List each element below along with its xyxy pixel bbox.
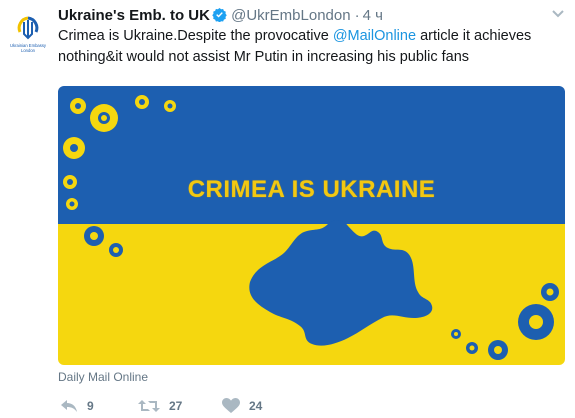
reply-button[interactable]: 9 xyxy=(60,396,94,416)
avatar-label-line2: London xyxy=(21,48,36,53)
author-name[interactable]: Ukraine's Emb. to UK xyxy=(58,7,210,24)
tweet-actions: 9 27 24 xyxy=(58,396,478,416)
tweet-header: Ukraine's Emb. to UK @UkrEmbLondon · 4 ч xyxy=(58,6,535,28)
card-source[interactable]: Daily Mail Online xyxy=(58,370,148,384)
like-button[interactable]: 24 xyxy=(222,396,262,416)
author-handle[interactable]: @UkrEmbLondon xyxy=(231,7,350,24)
separator-dot: · xyxy=(354,7,360,24)
avatar[interactable]: Ukrainian Embassy London xyxy=(6,10,50,56)
tweet-text: Crimea is Ukraine.Despite the provocativ… xyxy=(58,26,558,68)
heart-icon xyxy=(222,398,240,414)
reply-icon xyxy=(60,398,78,414)
mention-link[interactable]: @MailOnline xyxy=(333,28,416,44)
retweet-count: 27 xyxy=(169,399,183,413)
like-count: 24 xyxy=(249,399,263,413)
media-card-image[interactable]: CRIMEA IS UKRAINE xyxy=(58,86,565,365)
verified-badge-icon xyxy=(212,7,227,28)
retweet-button[interactable]: 27 xyxy=(138,396,182,416)
retweet-icon xyxy=(138,398,160,414)
card-headline: CRIMEA IS UKRAINE xyxy=(187,176,436,203)
tweet-text-part1: Crimea is Ukraine.Despite the provocativ… xyxy=(58,28,333,44)
tweet-timestamp[interactable]: 4 ч xyxy=(363,7,383,24)
chevron-down-icon[interactable] xyxy=(551,6,565,18)
trident-logo-icon xyxy=(17,16,39,40)
reply-count: 9 xyxy=(87,399,94,413)
